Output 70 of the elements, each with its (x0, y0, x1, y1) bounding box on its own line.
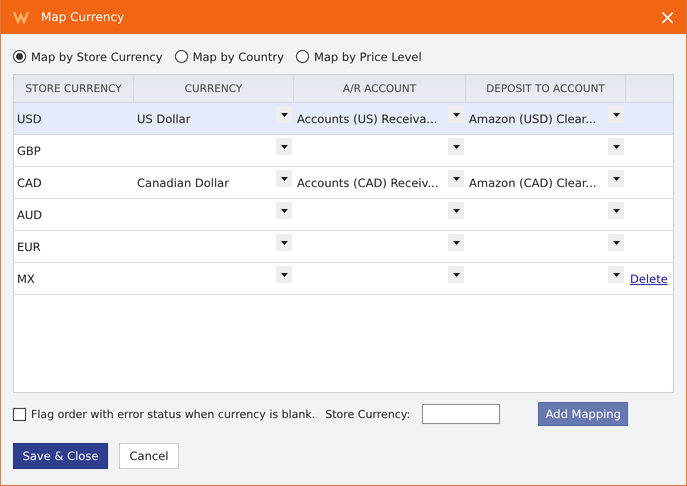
table-cell: CAD (17, 176, 42, 190)
caret-icon (612, 176, 620, 180)
table-cell: USD (17, 112, 42, 126)
table-cell: EUR (17, 240, 41, 254)
save-close-button[interactable]: Save & Close (13, 443, 108, 469)
table-cell: GBP (17, 144, 41, 158)
table-row[interactable]: CAD Canadian Dollar Accounts (CAD) Receiv... Amazon (CAD) Clear... (14, 167, 673, 199)
caret-icon (452, 176, 460, 180)
radio-option[interactable]: Map by Country (174, 50, 284, 64)
column-header: A/R ACCOUNT (294, 75, 466, 102)
column-header: STORE CURRENCY (14, 75, 134, 102)
caret-icon (612, 144, 620, 148)
flag-checkbox[interactable]: Flag order with error status when currency is blank. (13, 408, 316, 420)
cancel-button[interactable]: Cancel (119, 443, 179, 469)
dropdown-button[interactable] (448, 138, 464, 155)
caret-icon (280, 208, 288, 212)
caret-icon (280, 144, 288, 148)
dropdown-button[interactable] (448, 106, 464, 123)
table-cell: Amazon (USD) Clear... (469, 112, 596, 126)
caret-icon (280, 272, 288, 276)
table-cell: MX (17, 272, 35, 286)
table-cell: Amazon (CAD) Clear... (469, 176, 596, 190)
table-cell: Accounts (US) Receiva... (297, 112, 438, 126)
dropdown-button[interactable] (608, 266, 624, 283)
dropdown-button[interactable] (608, 234, 624, 251)
table-row[interactable]: EUR (14, 231, 673, 263)
caret-icon (612, 208, 620, 212)
dropdown-button[interactable] (276, 202, 292, 219)
dropdown-button[interactable] (276, 266, 292, 283)
dropdown-button[interactable] (276, 234, 292, 251)
dropdown-button[interactable] (608, 106, 624, 123)
add-mapping-button[interactable]: Add Mapping (538, 402, 628, 426)
radio-option[interactable]: Map by Store Currency (13, 50, 163, 64)
caret-icon (612, 272, 620, 276)
dropdown-button[interactable] (608, 138, 624, 155)
dropdown-button[interactable] (608, 202, 624, 219)
caret-icon (280, 176, 288, 180)
dropdown-button[interactable] (448, 266, 464, 283)
dropdown-button[interactable] (448, 202, 464, 219)
store-currency-label: Store Currency: (325, 408, 410, 420)
dropdown-button[interactable] (276, 106, 292, 123)
table-cell: AUD (17, 208, 42, 222)
dropdown-button[interactable] (448, 170, 464, 187)
caret-icon (280, 112, 288, 116)
caret-icon (452, 112, 460, 116)
dropdown-button[interactable] (276, 138, 292, 155)
table-cell: US Dollar (137, 112, 190, 126)
caret-icon (452, 208, 460, 212)
table-cell: Accounts (CAD) Receiv... (297, 176, 438, 190)
store-currency-field[interactable] (422, 404, 500, 424)
table-row[interactable]: AUD (14, 199, 673, 231)
dropdown-button[interactable] (608, 170, 624, 187)
caret-icon (280, 240, 288, 244)
caret-icon (612, 240, 620, 244)
table-row[interactable]: USD US Dollar Accounts (US) Receiva... Amazon (USD) Clear... (14, 103, 673, 135)
dropdown-button[interactable] (276, 170, 292, 187)
column-header: CURRENCY (134, 75, 294, 102)
column-header: DEPOSIT TO ACCOUNT (466, 75, 626, 102)
dropdown-button[interactable] (448, 234, 464, 251)
caret-icon (612, 112, 620, 116)
table-row[interactable]: MX Delete (14, 263, 673, 295)
logo-icon (13, 10, 29, 24)
table-cell: Canadian Dollar (137, 176, 229, 190)
table-row[interactable]: GBP (14, 135, 673, 167)
caret-icon (452, 272, 460, 276)
caret-icon (452, 240, 460, 244)
caret-icon (452, 144, 460, 148)
radio-option[interactable]: Map by Price Level (296, 50, 422, 64)
window-title: Map Currency (41, 10, 126, 24)
delete-link[interactable]: Delete (629, 272, 668, 286)
